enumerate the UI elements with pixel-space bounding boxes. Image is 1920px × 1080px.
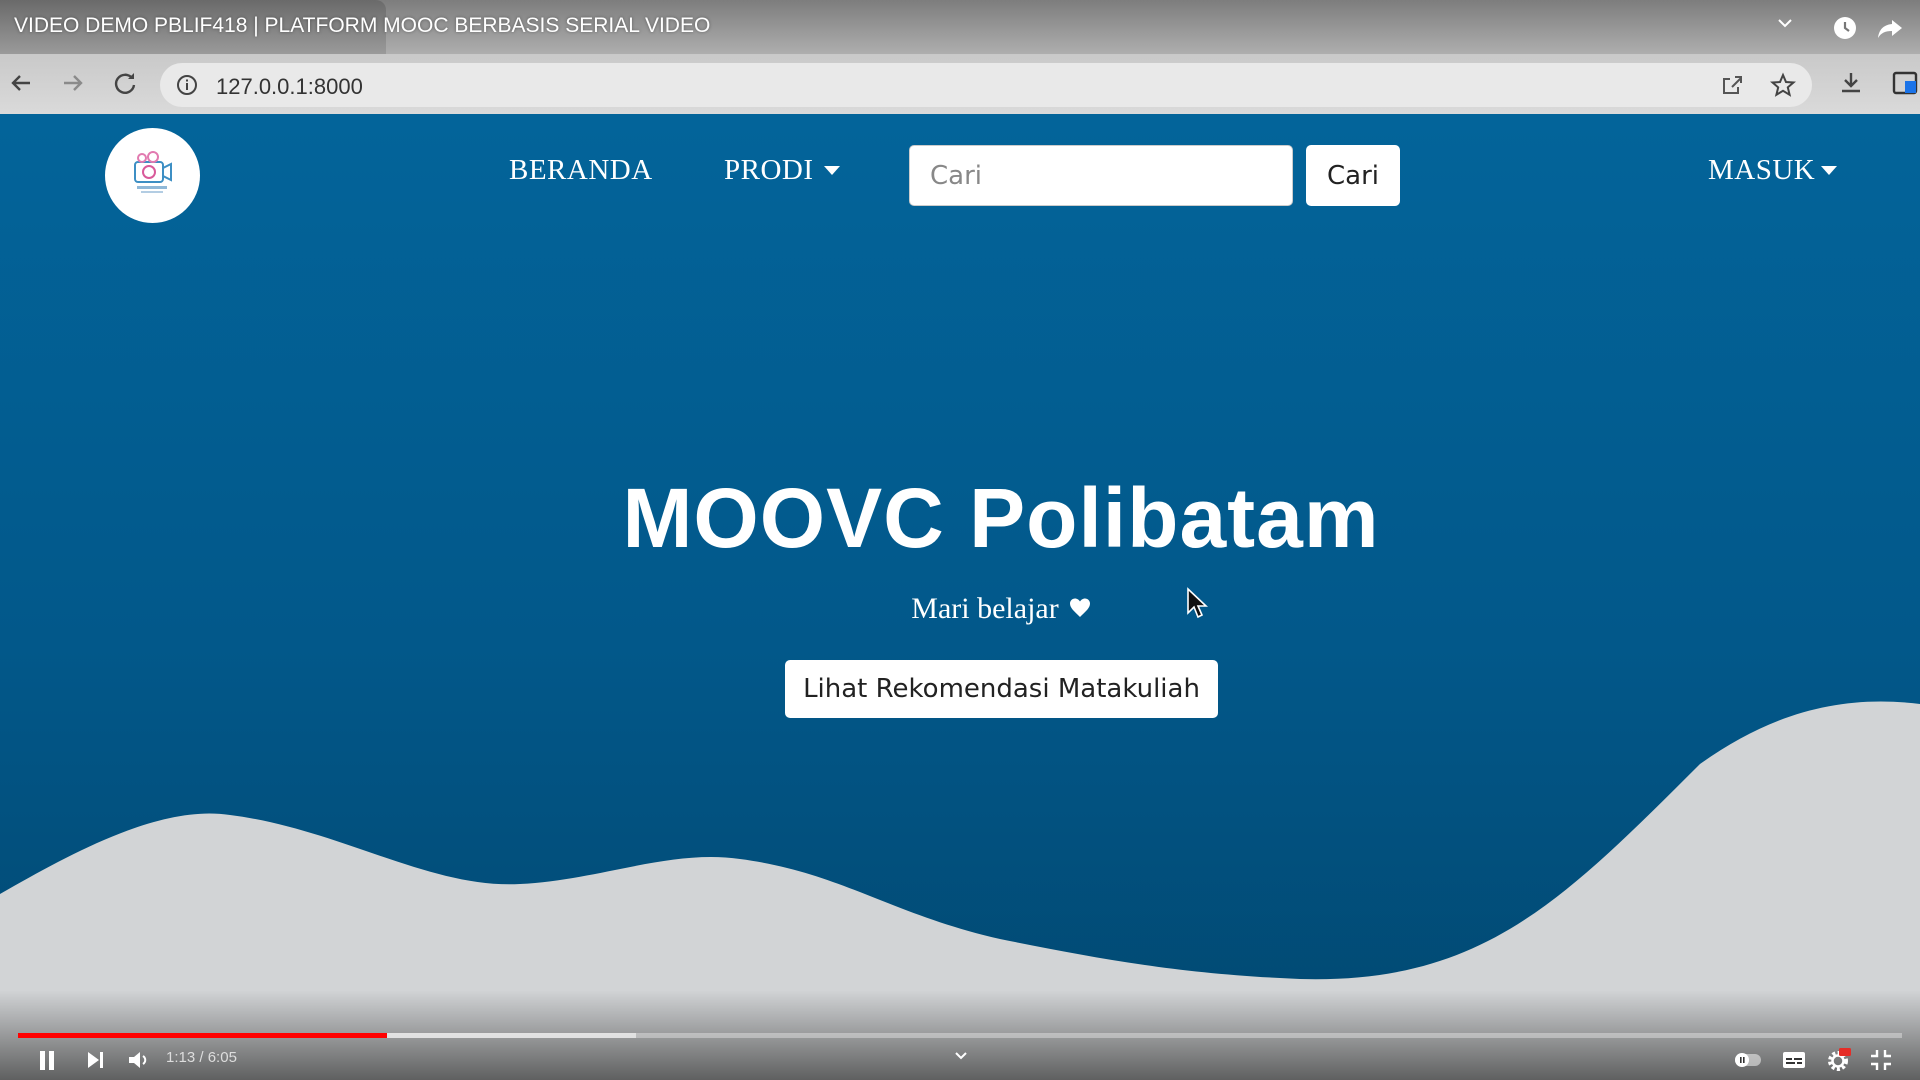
subtitles-icon[interactable] bbox=[1779, 1045, 1809, 1075]
hero-title: MOOVC Polibatam bbox=[622, 471, 1380, 565]
masuk-caret-down-icon bbox=[1821, 165, 1838, 175]
download-icon[interactable] bbox=[1836, 68, 1866, 98]
nav-masuk-dropdown[interactable]: MASUK bbox=[1708, 154, 1838, 187]
mouse-cursor-icon bbox=[1187, 587, 1208, 619]
nav-masuk-label: MASUK bbox=[1708, 154, 1816, 186]
side-panel-icon[interactable] bbox=[1890, 68, 1920, 98]
search-button[interactable]: Cari bbox=[1306, 145, 1400, 206]
heart-icon bbox=[1069, 598, 1090, 618]
url-text[interactable]: 127.0.0.1:8000 bbox=[216, 74, 363, 100]
video-progress-bar[interactable] bbox=[18, 1033, 1902, 1038]
reload-icon[interactable] bbox=[110, 68, 140, 98]
site-logo[interactable] bbox=[105, 128, 200, 223]
chapters-chevron-icon[interactable] bbox=[951, 1046, 971, 1066]
nav-prodi-dropdown[interactable]: PRODI bbox=[724, 154, 840, 187]
hero-subtitle: Mari belajar bbox=[911, 592, 1059, 625]
time-separator: / bbox=[199, 1049, 204, 1066]
tab-search-chevron-icon[interactable] bbox=[1774, 12, 1796, 34]
back-arrow-icon[interactable] bbox=[6, 68, 36, 98]
volume-icon[interactable] bbox=[124, 1045, 154, 1075]
share-page-icon[interactable] bbox=[1719, 72, 1745, 98]
next-video-icon[interactable] bbox=[80, 1045, 110, 1075]
autoplay-toggle-icon[interactable] bbox=[1733, 1045, 1763, 1075]
search-input[interactable] bbox=[909, 145, 1293, 206]
nav-prodi-label: PRODI bbox=[724, 154, 814, 186]
nav-beranda[interactable]: BERANDA bbox=[509, 154, 653, 187]
time-current: 1:13 bbox=[166, 1049, 196, 1066]
prodi-caret-down-icon bbox=[823, 165, 840, 175]
share-icon[interactable] bbox=[1876, 14, 1904, 42]
browser-tab-bar: VIDEO DEMO PBLIF418 | PLATFORM MOOC BERB… bbox=[0, 0, 1920, 54]
recommend-courses-button[interactable]: Lihat Rekomendasi Matakuliah bbox=[785, 660, 1218, 718]
time-total: 6:05 bbox=[207, 1049, 237, 1066]
progress-played bbox=[18, 1033, 388, 1038]
exit-fullscreen-icon[interactable] bbox=[1866, 1045, 1896, 1075]
forward-arrow-icon[interactable] bbox=[58, 68, 88, 98]
hero-subtitle-row: Mari belajar bbox=[0, 592, 1920, 626]
video-title[interactable]: VIDEO DEMO PBLIF418 | PLATFORM MOOC BERB… bbox=[14, 14, 710, 38]
pause-icon[interactable] bbox=[32, 1045, 62, 1075]
watch-later-icon[interactable] bbox=[1831, 14, 1859, 42]
settings-gear-icon[interactable] bbox=[1823, 1045, 1853, 1075]
site-info-icon[interactable] bbox=[176, 74, 198, 96]
address-bar[interactable]: 127.0.0.1:8000 bbox=[160, 63, 1812, 107]
browser-toolbar: 127.0.0.1:8000 bbox=[0, 54, 1920, 114]
camera-logo-icon bbox=[134, 151, 172, 193]
web-page: BERANDA PRODI Cari MASUK MOOVC Polibatam… bbox=[0, 114, 1920, 1080]
bookmark-star-icon[interactable] bbox=[1770, 72, 1796, 98]
video-timecode: 1:13 / 6:05 bbox=[166, 1049, 237, 1066]
